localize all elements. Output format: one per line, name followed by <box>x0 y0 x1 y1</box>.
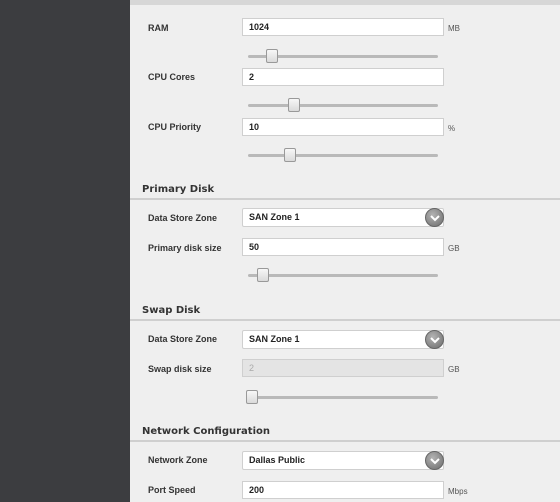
network-configuration-divider <box>130 440 560 442</box>
swap-disk-size-label: Swap disk size <box>148 364 212 374</box>
swap-disk-size-slider-thumb[interactable] <box>246 390 258 404</box>
primary-data-store-zone-label: Data Store Zone <box>148 213 218 223</box>
ram-input[interactable] <box>242 18 444 36</box>
primary-data-store-zone-select[interactable]: SAN Zone 1 <box>242 208 444 227</box>
network-zone-label: Network Zone <box>148 455 208 465</box>
primary-disk-size-slider-thumb[interactable] <box>257 268 269 282</box>
primary-disk-size-slider[interactable] <box>248 268 438 282</box>
cpu-cores-label: CPU Cores <box>148 72 196 82</box>
ram-unit: MB <box>448 24 460 33</box>
network-zone-value: Dallas Public <box>249 455 306 465</box>
port-speed-unit: Mbps <box>448 487 468 496</box>
chevron-down-icon[interactable] <box>425 451 444 470</box>
swap-disk-size-input <box>242 359 444 377</box>
cpu-priority-unit: % <box>448 124 456 133</box>
cpu-cores-slider-thumb[interactable] <box>288 98 300 112</box>
primary-disk-divider <box>130 198 560 200</box>
port-speed-input[interactable] <box>242 481 444 499</box>
swap-data-store-zone-select[interactable]: SAN Zone 1 <box>242 330 444 349</box>
cpu-priority-input[interactable] <box>242 118 444 136</box>
primary-disk-title: Primary Disk <box>142 184 215 195</box>
swap-disk-size-slider[interactable] <box>246 390 438 404</box>
swap-disk-size-unit: GB <box>448 365 460 374</box>
cpu-priority-slider[interactable] <box>248 148 438 162</box>
swap-data-store-zone-value: SAN Zone 1 <box>249 334 300 344</box>
chevron-down-icon[interactable] <box>425 208 444 227</box>
ram-slider[interactable] <box>248 49 438 63</box>
cpu-priority-slider-thumb[interactable] <box>284 148 296 162</box>
cpu-cores-slider[interactable] <box>248 98 438 112</box>
network-zone-select[interactable]: Dallas Public <box>242 451 444 470</box>
primary-data-store-zone-value: SAN Zone 1 <box>249 212 300 222</box>
sidebar <box>0 0 130 502</box>
cpu-cores-input[interactable] <box>242 68 444 86</box>
primary-disk-size-input[interactable] <box>242 238 444 256</box>
cpu-priority-label: CPU Priority <box>148 122 202 132</box>
swap-disk-title: Swap Disk <box>142 305 201 316</box>
top-divider <box>130 0 560 5</box>
ram-slider-thumb[interactable] <box>266 49 278 63</box>
port-speed-label: Port Speed <box>148 485 196 495</box>
network-configuration-title: Network Configuration <box>142 426 270 437</box>
chevron-down-icon[interactable] <box>425 330 444 349</box>
primary-disk-size-label: Primary disk size <box>148 243 222 253</box>
primary-disk-size-unit: GB <box>448 244 460 253</box>
ram-label: RAM <box>148 23 169 33</box>
swap-data-store-zone-label: Data Store Zone <box>148 334 218 344</box>
main-panel: RAM MB CPU Cores CPU Priority % Primary … <box>130 0 560 502</box>
swap-disk-divider <box>130 319 560 321</box>
